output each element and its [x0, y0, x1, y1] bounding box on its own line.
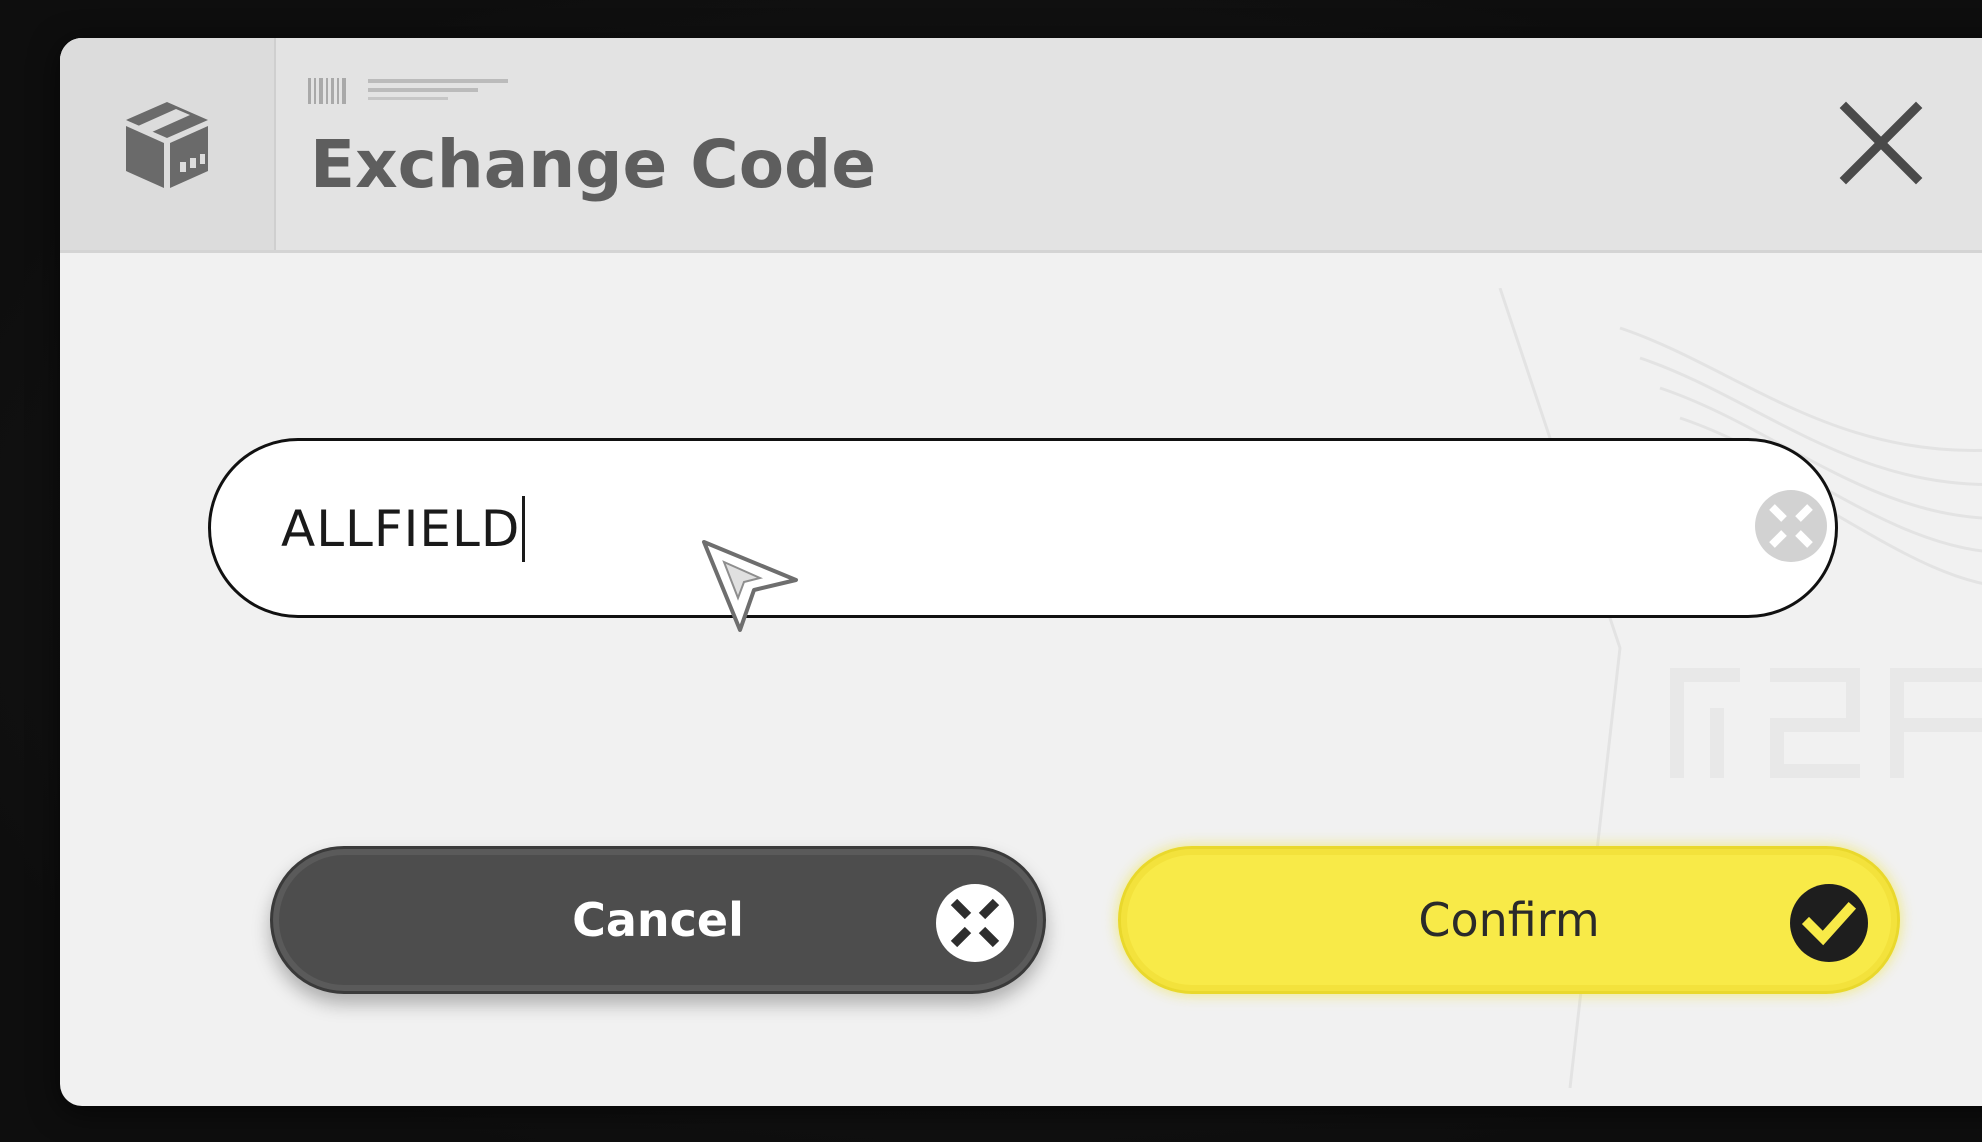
confirm-button-label: Confirm: [1418, 893, 1600, 947]
mouse-cursor-icon: [702, 540, 798, 632]
cancel-x-icon: [936, 884, 1014, 962]
cancel-button-label: Cancel: [572, 893, 744, 947]
clear-icon: [1755, 490, 1827, 562]
checkmark-icon: [1790, 884, 1868, 962]
header-icon-block: [60, 38, 276, 250]
dialog-header: Exchange Code: [60, 38, 1982, 253]
exchange-code-dialog: Exchange Code ALLFIELD Cancel Confirm: [60, 38, 1982, 1106]
confirm-button[interactable]: Confirm: [1118, 846, 1900, 994]
close-button[interactable]: [1838, 100, 1924, 186]
clear-input-button[interactable]: [1754, 489, 1828, 563]
package-icon: [126, 102, 208, 188]
code-input-container[interactable]: ALLFIELD: [208, 438, 1838, 618]
header-barcode-decoration: [308, 76, 528, 106]
cancel-button[interactable]: Cancel: [270, 846, 1046, 994]
exchange-code-input[interactable]: ALLFIELD: [281, 481, 1581, 577]
text-caret: [522, 496, 526, 562]
close-icon: [1839, 101, 1923, 185]
exchange-code-value: ALLFIELD: [281, 500, 521, 558]
dialog-title: Exchange Code: [310, 126, 877, 203]
